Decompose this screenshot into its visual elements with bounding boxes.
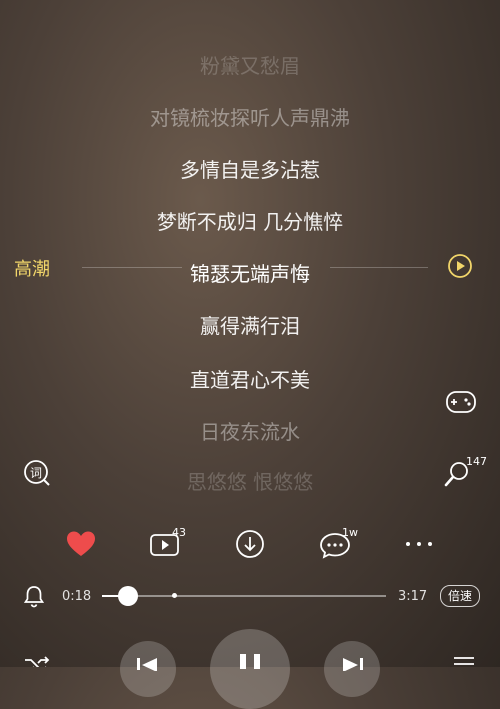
total-time: 3:17 [398,589,428,604]
more-dots-icon [406,542,432,546]
lyric-line: 思悠悠 恨悠悠 [186,470,314,494]
lyric-line: 赢得满行泪 [200,314,300,338]
gamepad-icon [446,391,476,413]
previous-button[interactable] [120,641,176,697]
next-button[interactable] [324,641,380,697]
progress-highlight-marker [172,593,177,598]
shuffle-icon [25,656,50,667]
lyric-line: 粉黛又愁眉 [200,54,300,78]
lyric-line: 日夜东流水 [200,420,300,444]
svg-text:词: 词 [30,466,42,480]
lyrics-search-button[interactable]: 词 [22,458,52,488]
video-count-badge: 43 [172,526,186,539]
lyric-line: 对镜梳妆探听人声鼎沸 [150,106,350,130]
playback-speed-button[interactable]: 倍速 [440,585,480,607]
elapsed-time: 0:18 [62,589,92,604]
lyric-line: 直道君心不美 [190,368,310,392]
download-icon [236,530,264,558]
download-button[interactable] [234,528,266,560]
pause-icon [240,654,260,669]
game-button[interactable] [444,387,478,417]
bell-icon [23,586,45,608]
playlist-button[interactable] [450,652,478,667]
play-mode-button[interactable] [22,652,52,667]
heart-icon [67,531,95,556]
play-circle-icon [448,254,472,278]
play-from-line-button[interactable] [446,252,474,280]
karaoke-count-badge: 147 [466,455,487,468]
lyrics-panel[interactable]: 粉黛又愁眉 对镜梳妆探听人声鼎沸 多情自是多沾惹 梦断不成归 几分憔悴 锦瑟无端… [0,0,500,500]
lyric-line: 梦断不成归 几分憔悴 [156,210,344,234]
highlight-label[interactable]: 高潮 [14,255,50,281]
lyric-guide-line-right [330,267,428,268]
lyric-guide-line-left [82,267,182,268]
playlist-icon [454,657,474,665]
alarm-button[interactable] [22,584,46,608]
progress-track[interactable] [102,595,386,597]
lyric-line: 多情自是多沾惹 [180,158,320,182]
more-button[interactable] [402,532,436,556]
like-button[interactable] [64,528,98,560]
progress-thumb[interactable] [118,586,138,606]
lyrics-search-icon: 词 [24,460,50,486]
comments-count-badge: 1w [342,526,358,539]
pause-button[interactable] [210,629,290,709]
lyric-line-current: 锦瑟无端声悔 [190,262,310,286]
